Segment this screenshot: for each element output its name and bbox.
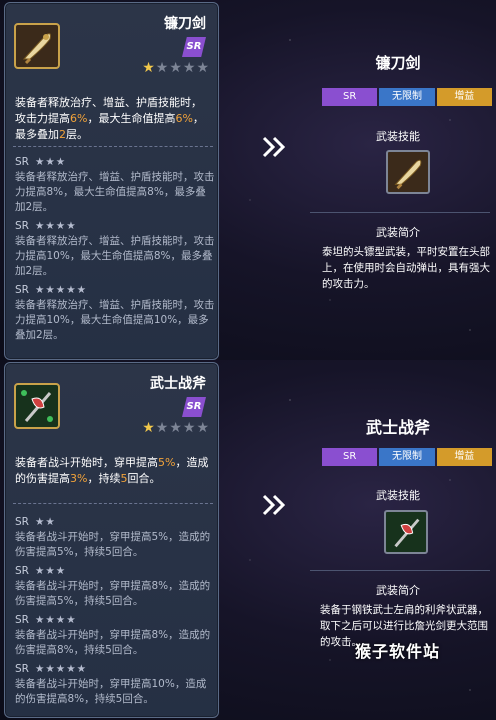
weapon-intro-text: 泰坦的头镖型武装，平时安置在头部上，在使用时会自动弹出，具有强大的攻击力。 <box>322 246 490 290</box>
type-tag: 增益 <box>436 88 492 106</box>
weapon-name: 武士战斧 <box>150 376 206 392</box>
weapon-effect-text: 装备者释放治疗、增益、护盾技能时，攻击力提高6%，最大生命值提高6%，最多叠加2… <box>15 96 204 141</box>
rarity-badge: SR <box>182 37 206 57</box>
star-icon: ★ <box>142 60 156 76</box>
divider <box>13 146 213 147</box>
weapon-name: 镰刀剑 <box>164 16 206 32</box>
rarity-tag: SR <box>322 88 378 106</box>
restriction-tag: 无限制 <box>379 448 435 466</box>
intro-section-label: 武装简介 <box>376 226 420 239</box>
upgrade-tier: SR ★★★★ 装备者战斗开始时，穿甲提高8%，造成的伤害提高8%，持续5回合。 <box>15 614 211 656</box>
watermark-text: 猴子软件站 <box>355 642 441 661</box>
upgrade-tier: SR ★★★★ 装备者释放治疗、增益、护盾技能时，攻击力提高10%，最大生命值提高… <box>15 220 215 277</box>
divider <box>13 503 213 504</box>
star-icon: ★ <box>196 60 210 76</box>
upgrade-tier: SR ★★★ 装备者释放治疗、增益、护盾技能时，攻击力提高8%，最大生命值提高8%… <box>15 156 215 213</box>
detail-title: 武士战斧 <box>365 418 430 437</box>
star-icon: ★ <box>169 420 183 436</box>
weapon-effect-text: 装备者战斗开始时，穿甲提高5%，造成的伤害提高3%，持续5回合。 <box>15 456 209 485</box>
star-icon: ★ <box>155 60 170 76</box>
upgrade-tier: SR ★★★★★ 装备者战斗开始时，穿甲提高10%，造成的伤害提高8%，持续5回合… <box>15 663 207 705</box>
upgrade-tier-list: SR ★★★ 装备者释放治疗、增益、护盾技能时，攻击力提高8%，最大生命值提高8%… <box>15 155 215 347</box>
detail-title: 镰刀剑 <box>375 54 421 72</box>
double-chevron-right-icon <box>262 136 286 158</box>
tag-row: SR 无限制 增益 <box>322 448 492 466</box>
weapon-panel-axe: 武士战斧 SR ★★★★★ 装备者战斗开始时，穿甲提高5%，造成的伤害提高3%，… <box>0 360 496 720</box>
rarity-tag: SR <box>322 448 378 466</box>
star-rating: ★★★★★ <box>142 420 210 436</box>
upgrade-tier: SR ★★ 装备者战斗开始时，穿甲提高5%，造成的伤害提高5%，持续5回合。 <box>15 516 211 558</box>
divider <box>310 570 490 571</box>
weapon-card-scythe[interactable]: 镰刀剑 SR ★★★★★ 装备者释放治疗、增益、护盾技能时，攻击力提高6%，最大… <box>4 2 219 360</box>
double-chevron-right-icon <box>262 494 286 516</box>
star-icon: ★ <box>142 420 156 436</box>
skill-section-label: 武装技能 <box>376 130 420 143</box>
intro-section-label: 武装简介 <box>376 584 420 597</box>
star-icon: ★ <box>169 60 183 76</box>
scythe-sword-icon[interactable] <box>386 150 430 194</box>
tag-row: SR 无限制 增益 <box>322 88 492 106</box>
weapon-panel-scythe: 镰刀剑 SR ★★★★★ 装备者释放治疗、增益、护盾技能时，攻击力提高6%，最大… <box>0 0 496 360</box>
battle-axe-icon[interactable] <box>384 510 428 554</box>
star-icon: ★ <box>182 60 197 76</box>
upgrade-tier-list: SR ★★ 装备者战斗开始时，穿甲提高5%，造成的伤害提高5%，持续5回合。 SR… <box>15 515 215 711</box>
upgrade-tier: SR ★★★ 装备者战斗开始时，穿甲提高8%，造成的伤害提高5%，持续5回合。 <box>15 565 211 607</box>
star-icon: ★ <box>196 420 210 436</box>
upgrade-tier: SR ★★★★★ 装备者释放治疗、增益、护盾技能时，攻击力提高10%，最大生命值提… <box>15 284 215 341</box>
rarity-badge: SR <box>182 397 206 417</box>
type-tag: 增益 <box>436 448 492 466</box>
battle-axe-icon <box>14 383 60 429</box>
star-rating: ★★★★★ <box>142 60 210 76</box>
star-icon: ★ <box>155 420 170 436</box>
scythe-sword-icon <box>14 23 60 69</box>
restriction-tag: 无限制 <box>379 88 435 106</box>
weapon-card-axe[interactable]: 武士战斧 SR ★★★★★ 装备者战斗开始时，穿甲提高5%，造成的伤害提高3%，… <box>4 362 219 718</box>
skill-section-label: 武装技能 <box>376 489 420 502</box>
star-icon: ★ <box>182 420 197 436</box>
divider <box>310 212 490 213</box>
